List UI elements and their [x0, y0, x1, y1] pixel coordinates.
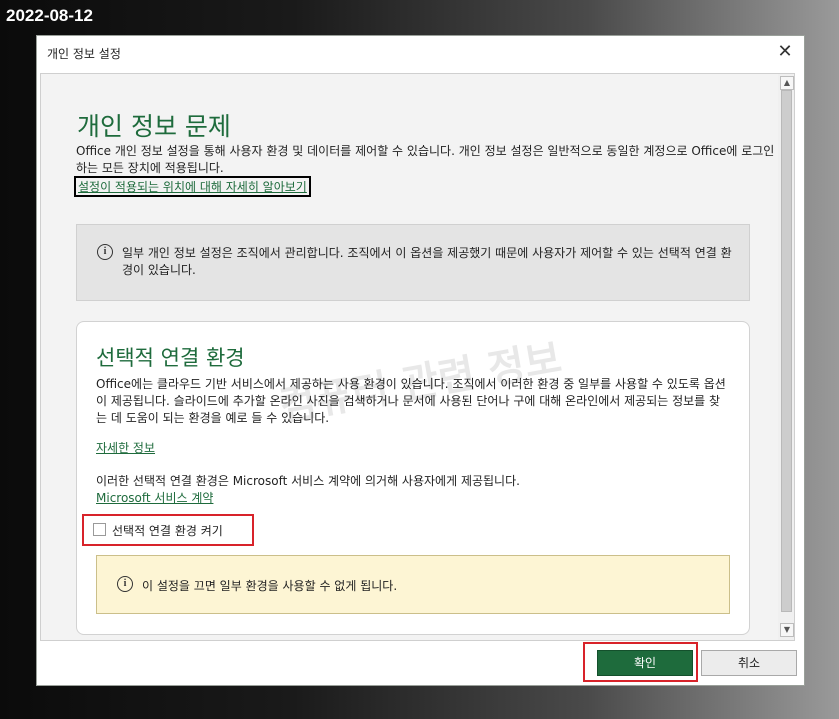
ok-button[interactable]: 확인 — [597, 650, 693, 676]
optional-experiences-checkbox[interactable] — [93, 523, 106, 536]
privacy-description: Office 개인 정보 설정을 통해 사용자 환경 및 데이터를 제어할 수 … — [76, 144, 775, 175]
info-icon: i — [117, 576, 133, 592]
scroll-up-icon[interactable]: ▲ — [780, 76, 794, 90]
dialog-titlebar: 개인 정보 설정 ✕ — [37, 36, 804, 70]
dialog-content: 개인 정보 문제 Office 개인 정보 설정을 통해 사용자 환경 및 데이… — [40, 73, 780, 641]
optional-experiences-card: 컴퓨터 관련 정보 선택적 연결 환경 Office에는 클라우드 기반 서비스… — [76, 321, 750, 635]
dialog-title: 개인 정보 설정 — [47, 47, 121, 61]
managed-notice: i 일부 개인 정보 설정은 조직에서 관리합니다. 조직에서 이 옵션을 제공… — [76, 224, 750, 301]
more-info-link[interactable]: 자세한 정보 — [96, 439, 155, 456]
info-icon: i — [97, 244, 113, 260]
service-agreement-link[interactable]: Microsoft 서비스 계약 — [96, 489, 213, 506]
date-stamp: 2022-08-12 — [6, 6, 93, 25]
scrollbar-thumb[interactable] — [781, 90, 792, 612]
privacy-heading: 개인 정보 문제 — [77, 112, 231, 141]
close-icon[interactable]: ✕ — [772, 39, 798, 65]
optional-heading: 선택적 연결 환경 — [96, 346, 245, 370]
scroll-down-icon[interactable]: ▼ — [780, 623, 794, 637]
warning-notice: i 이 설정을 끄면 일부 환경을 사용할 수 없게 됩니다. — [96, 555, 730, 614]
managed-notice-text: 일부 개인 정보 설정은 조직에서 관리합니다. 조직에서 이 옵션을 제공했기… — [122, 246, 732, 277]
privacy-settings-dialog: 개인 정보 설정 ✕ 개인 정보 문제 Office 개인 정보 설정을 통해 … — [36, 35, 805, 686]
optional-experiences-toggle[interactable]: 선택적 연결 환경 켜기 — [82, 514, 254, 546]
agreement-text: 이러한 선택적 연결 환경은 Microsoft 서비스 계약에 의거해 사용자… — [96, 474, 520, 488]
warning-text: 이 설정을 끄면 일부 환경을 사용할 수 없게 됩니다. — [142, 579, 398, 593]
vertical-scrollbar[interactable]: ▲ ▼ — [778, 73, 795, 641]
cancel-button[interactable]: 취소 — [701, 650, 797, 676]
checkbox-label: 선택적 연결 환경 켜기 — [112, 524, 223, 538]
optional-description: Office에는 클라우드 기반 서비스에서 제공하는 사용 환경이 있습니다.… — [96, 377, 726, 425]
learn-more-link[interactable]: 설정이 적용되는 위치에 대해 자세히 알아보기 — [74, 176, 311, 197]
